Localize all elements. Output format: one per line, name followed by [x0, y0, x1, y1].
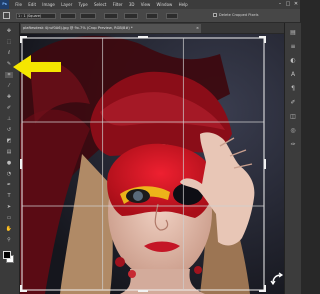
menu-help[interactable]: Help: [179, 0, 188, 9]
move-icon[interactable]: ✥: [5, 28, 13, 34]
healing-brush-icon[interactable]: ✚: [5, 94, 13, 100]
close-tab-icon[interactable]: ×: [196, 24, 199, 33]
panel-dock: ▤ ≡ ◐ A ¶ ✐ ◫ ◎ ✑: [284, 23, 301, 294]
history-brush-icon[interactable]: ↺: [5, 127, 13, 133]
history-panel-icon[interactable]: ▤: [289, 29, 297, 37]
document-tab[interactable]: plaftesdesk 4(ruf0A6).jpg @ 9x.7% (Crop …: [21, 24, 201, 33]
menu-filter[interactable]: Filter: [113, 0, 123, 9]
path-select-icon[interactable]: ➤: [5, 204, 13, 210]
paths-panel-icon[interactable]: ✑: [289, 141, 297, 149]
crop-settings-button[interactable]: [166, 12, 178, 19]
crop-height-field[interactable]: [80, 12, 96, 19]
quick-select-icon[interactable]: ✎: [5, 61, 13, 67]
channels-panel-icon[interactable]: ◎: [289, 127, 297, 135]
brush-icon[interactable]: ✐: [5, 105, 13, 111]
menu-window[interactable]: Window: [157, 0, 173, 9]
straighten-button[interactable]: [124, 12, 138, 19]
pen-icon[interactable]: ✒: [5, 182, 13, 188]
eyedropper-icon[interactable]: ⁄: [5, 83, 13, 89]
crop-ratio-select[interactable]: 1 : 1 (Square): [16, 12, 56, 19]
zoom-icon[interactable]: ⚲: [5, 237, 13, 243]
eraser-icon[interactable]: ◩: [5, 138, 13, 144]
lasso-icon[interactable]: ℓ: [5, 50, 13, 56]
minimize-button[interactable]: –: [276, 0, 284, 9]
menu-type[interactable]: Type: [79, 0, 88, 9]
menu-3d[interactable]: 3D: [129, 0, 135, 9]
crop-icon[interactable]: ⌗: [5, 72, 13, 78]
blur-icon[interactable]: ●: [5, 160, 13, 166]
menu-bar: Ps File Edit Image Layer Type Select Fil…: [0, 0, 300, 9]
rotate-cursor-icon: [270, 272, 284, 286]
delete-cropped-pixels-label: Delete Cropped Pixels: [219, 13, 259, 17]
menu-edit[interactable]: Edit: [28, 0, 36, 9]
character-panel-icon[interactable]: A: [289, 71, 297, 79]
marquee-icon[interactable]: ⬚: [5, 39, 13, 45]
menu-layer[interactable]: Layer: [61, 0, 72, 9]
adjustments-panel-icon[interactable]: ◐: [289, 57, 297, 65]
type-icon[interactable]: T: [5, 193, 13, 199]
hand-icon[interactable]: ✋: [5, 226, 13, 232]
overlay-options-button[interactable]: [146, 12, 158, 19]
layers-panel-icon[interactable]: ◫: [289, 113, 297, 121]
menu-select[interactable]: Select: [94, 0, 106, 9]
crop-width-field[interactable]: [60, 12, 76, 19]
brushes-panel-icon[interactable]: ✐: [289, 99, 297, 107]
close-window-button[interactable]: ✕: [292, 0, 300, 9]
shape-icon[interactable]: ▭: [5, 215, 13, 221]
document-tab-title: plaftesdesk 4(ruf0A6).jpg @ 9x.7% (Crop …: [23, 26, 133, 30]
clone-stamp-icon[interactable]: ⊥: [5, 116, 13, 122]
options-bar: 1 : 1 (Square) Delete Cropped Pixels: [0, 9, 300, 23]
photoshop-logo: Ps: [0, 0, 9, 9]
clear-button[interactable]: [104, 12, 118, 19]
document-tab-bar: plaftesdesk 4(ruf0A6).jpg @ 9x.7% (Crop …: [20, 23, 284, 33]
properties-panel-icon[interactable]: ≡: [289, 43, 297, 51]
menu-image[interactable]: Image: [42, 0, 55, 9]
paragraph-panel-icon[interactable]: ¶: [289, 85, 297, 93]
maximize-button[interactable]: □: [284, 0, 292, 9]
gradient-icon[interactable]: ▤: [5, 149, 13, 155]
delete-cropped-pixels-checkbox[interactable]: [213, 13, 217, 17]
menu-file[interactable]: File: [15, 0, 22, 9]
menu-view[interactable]: View: [141, 0, 151, 9]
foreground-color-swatch[interactable]: [3, 251, 11, 259]
dodge-icon[interactable]: ◔: [5, 171, 13, 177]
yellow-arrow-annotation-icon: [13, 55, 61, 79]
window-controls: – □ ✕: [276, 0, 300, 9]
crop-tool-preset-icon[interactable]: [3, 12, 10, 19]
